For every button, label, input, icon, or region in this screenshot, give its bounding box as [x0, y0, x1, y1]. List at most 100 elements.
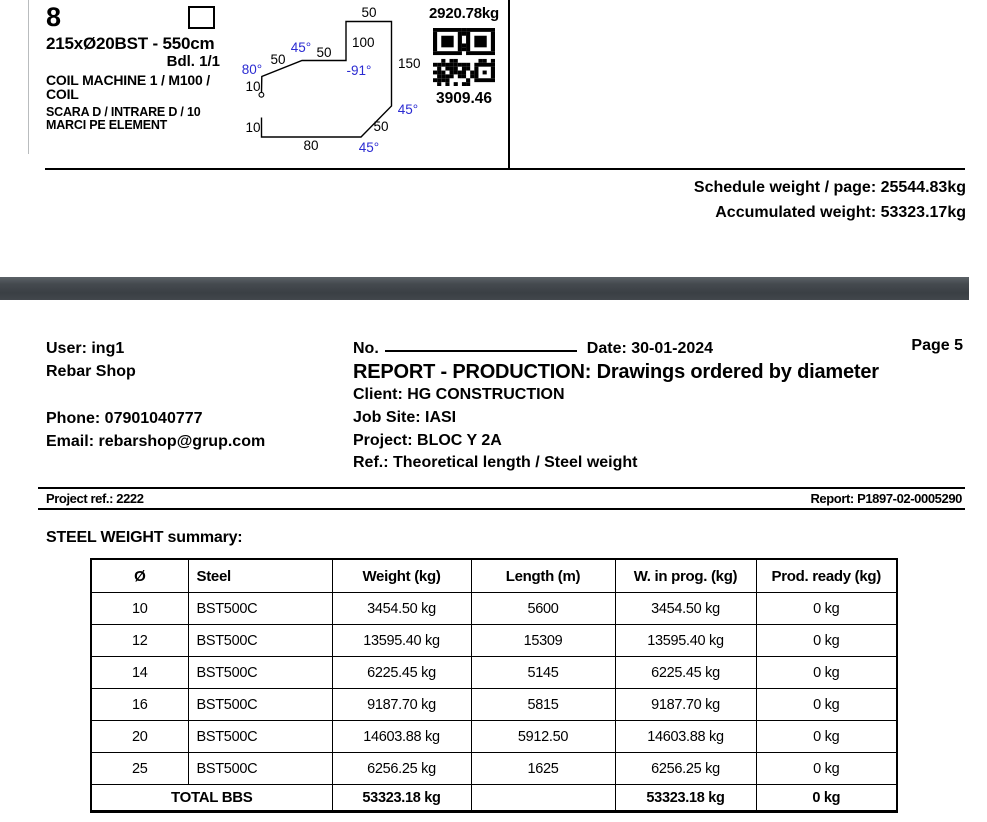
col-header-steel: Steel [188, 559, 332, 593]
dim-label: 50 [316, 45, 331, 60]
total-ready: 0 kg [756, 785, 897, 812]
project-ref-band: Project ref.: 2222 Report: P1897-02-0005… [38, 487, 965, 510]
item-bundle: Bdl. 1/1 [46, 54, 220, 70]
user-line: User: ing1 [46, 337, 265, 360]
drawing-cell-divider [508, 0, 510, 169]
accumulated-weight: Accumulated weight: 53323.17kg [694, 201, 966, 226]
table-row: 16BST500C9187.70 kg58159187.70 kg0 kg [91, 689, 897, 721]
table-cell: 0 kg [756, 593, 897, 625]
angle-label: 80° [242, 62, 262, 77]
table-cell: 14 [91, 657, 188, 689]
table-header-row: Ø Steel Weight (kg) Length (m) W. in pro… [91, 559, 897, 593]
blank-line [46, 383, 265, 406]
total-in-prog: 53323.18 kg [615, 785, 756, 812]
dim-label: 50 [361, 5, 376, 20]
angle-label: 45° [398, 102, 418, 117]
table-cell: 12 [91, 625, 188, 657]
report-header-block: No. Date: 30-01-2024 Page 5 REPORT - PROD… [353, 337, 965, 475]
table-cell: 13595.40 kg [332, 625, 471, 657]
table-cell: BST500C [188, 721, 332, 753]
table-cell: 25 [91, 753, 188, 785]
no-label: No. [353, 340, 379, 357]
dim-label: 50 [373, 119, 388, 134]
table-cell: 5600 [471, 593, 615, 625]
table-cell: 3454.50 kg [615, 593, 756, 625]
job-site-line: Job Site: IASI [353, 407, 965, 430]
item-machine-line1: COIL MACHINE 1 / M100 / [46, 73, 220, 87]
total-label: TOTAL BBS [91, 785, 332, 812]
table-cell: 6256.25 kg [332, 753, 471, 785]
table-total-row: TOTAL BBS 53323.18 kg 53323.18 kg 0 kg [91, 785, 897, 812]
qr-modules [433, 28, 495, 86]
phone-line: Phone: 07901040777 [46, 407, 265, 430]
col-header-length: Length (m) [471, 559, 615, 593]
angle-label: -91° [347, 63, 372, 78]
report-number: Report: P1897-02-0005290 [810, 491, 962, 506]
table-row: 12BST500C13595.40 kg1530913595.40 kg0 kg [91, 625, 897, 657]
table-cell: 16 [91, 689, 188, 721]
dim-label: 100 [352, 35, 375, 50]
table-row: 10BST500C3454.50 kg56003454.50 kg0 kg [91, 593, 897, 625]
col-header-diameter: Ø [91, 559, 188, 593]
table-cell: 5145 [471, 657, 615, 689]
summary-heading: STEEL WEIGHT summary: [46, 529, 242, 547]
col-header-in-prog: W. in prog. (kg) [615, 559, 756, 593]
angle-label: 45° [291, 40, 311, 55]
table-cell: 20 [91, 721, 188, 753]
item-weight: 2920.78kg [420, 5, 508, 22]
summary-table-body: 10BST500C3454.50 kg56003454.50 kg0 kg12B… [91, 593, 897, 785]
dim-label: 150 [398, 56, 421, 71]
table-cell: 9187.70 kg [615, 689, 756, 721]
table-cell: BST500C [188, 593, 332, 625]
item-note-line2: MARCI PE ELEMENT [46, 119, 220, 132]
schedule-weight: Schedule weight / page: 25544.83kg [694, 176, 966, 201]
page-number: Page 5 [911, 337, 963, 355]
table-cell: 3454.50 kg [332, 593, 471, 625]
page-totals: Schedule weight / page: 25544.83kg Accum… [694, 176, 966, 225]
table-cell: 10 [91, 593, 188, 625]
table-cell: BST500C [188, 625, 332, 657]
table-cell: 0 kg [756, 753, 897, 785]
dim-label: 10 [245, 79, 260, 94]
table-cell-left-border [28, 0, 29, 154]
dim-label: 80 [303, 138, 318, 153]
item-barcode-value: 3909.46 [420, 90, 508, 108]
table-row: 14BST500C6225.45 kg51456225.45 kg0 kg [91, 657, 897, 689]
drawing-item-info: 8 215xØ20BST - 550cm Bdl. 1/1 COIL MACHI… [46, 2, 220, 131]
total-weight: 53323.18 kg [332, 785, 471, 812]
dim-label: 50 [270, 52, 285, 67]
email-line: Email: rebarshop@grup.com [46, 430, 265, 453]
table-cell: 0 kg [756, 689, 897, 721]
item-machine-line2: COIL [46, 87, 220, 101]
table-cell: 6225.45 kg [332, 657, 471, 689]
no-underline [385, 337, 577, 352]
drawing-row-bottom-rule [45, 168, 965, 170]
qr-code-icon [433, 28, 495, 86]
date-label: Date: 30-01-2024 [587, 340, 713, 357]
ref-line: Ref.: Theoretical length / Steel weight [353, 452, 965, 475]
table-cell: 6256.25 kg [615, 753, 756, 785]
project-line: Project: BLOC Y 2A [353, 430, 965, 453]
col-header-weight: Weight (kg) [332, 559, 471, 593]
table-cell: 1625 [471, 753, 615, 785]
table-row: 25BST500C6256.25 kg16256256.25 kg0 kg [91, 753, 897, 785]
rebar-shape-drawing: 50 100 150 50 50 10 10 80 50 45° 80° -91… [233, 0, 433, 160]
col-header-prod-ready: Prod. ready (kg) [756, 559, 897, 593]
page-separator-band [0, 277, 969, 300]
item-checkbox [188, 6, 215, 29]
company-line: Rebar Shop [46, 360, 265, 383]
item-spec: 215xØ20BST - 550cm [46, 34, 220, 53]
table-cell: 15309 [471, 625, 615, 657]
table-cell: 0 kg [756, 657, 897, 689]
table-cell: BST500C [188, 657, 332, 689]
table-cell: 5912.50 [471, 721, 615, 753]
item-note-line1: SCARA D / INTRARE D / 10 [46, 106, 220, 119]
table-cell: BST500C [188, 689, 332, 721]
report-contact-block: User: ing1 Rebar Shop Phone: 07901040777… [46, 337, 265, 453]
client-line: Client: HG CONSTRUCTION [353, 384, 965, 407]
report-title: REPORT - PRODUCTION: Drawings ordered by… [353, 360, 965, 384]
table-cell: 14603.88 kg [332, 721, 471, 753]
angle-label: 45° [359, 140, 379, 155]
steel-weight-table: Ø Steel Weight (kg) Length (m) W. in pro… [90, 558, 898, 813]
project-ref: Project ref.: 2222 [46, 491, 144, 506]
